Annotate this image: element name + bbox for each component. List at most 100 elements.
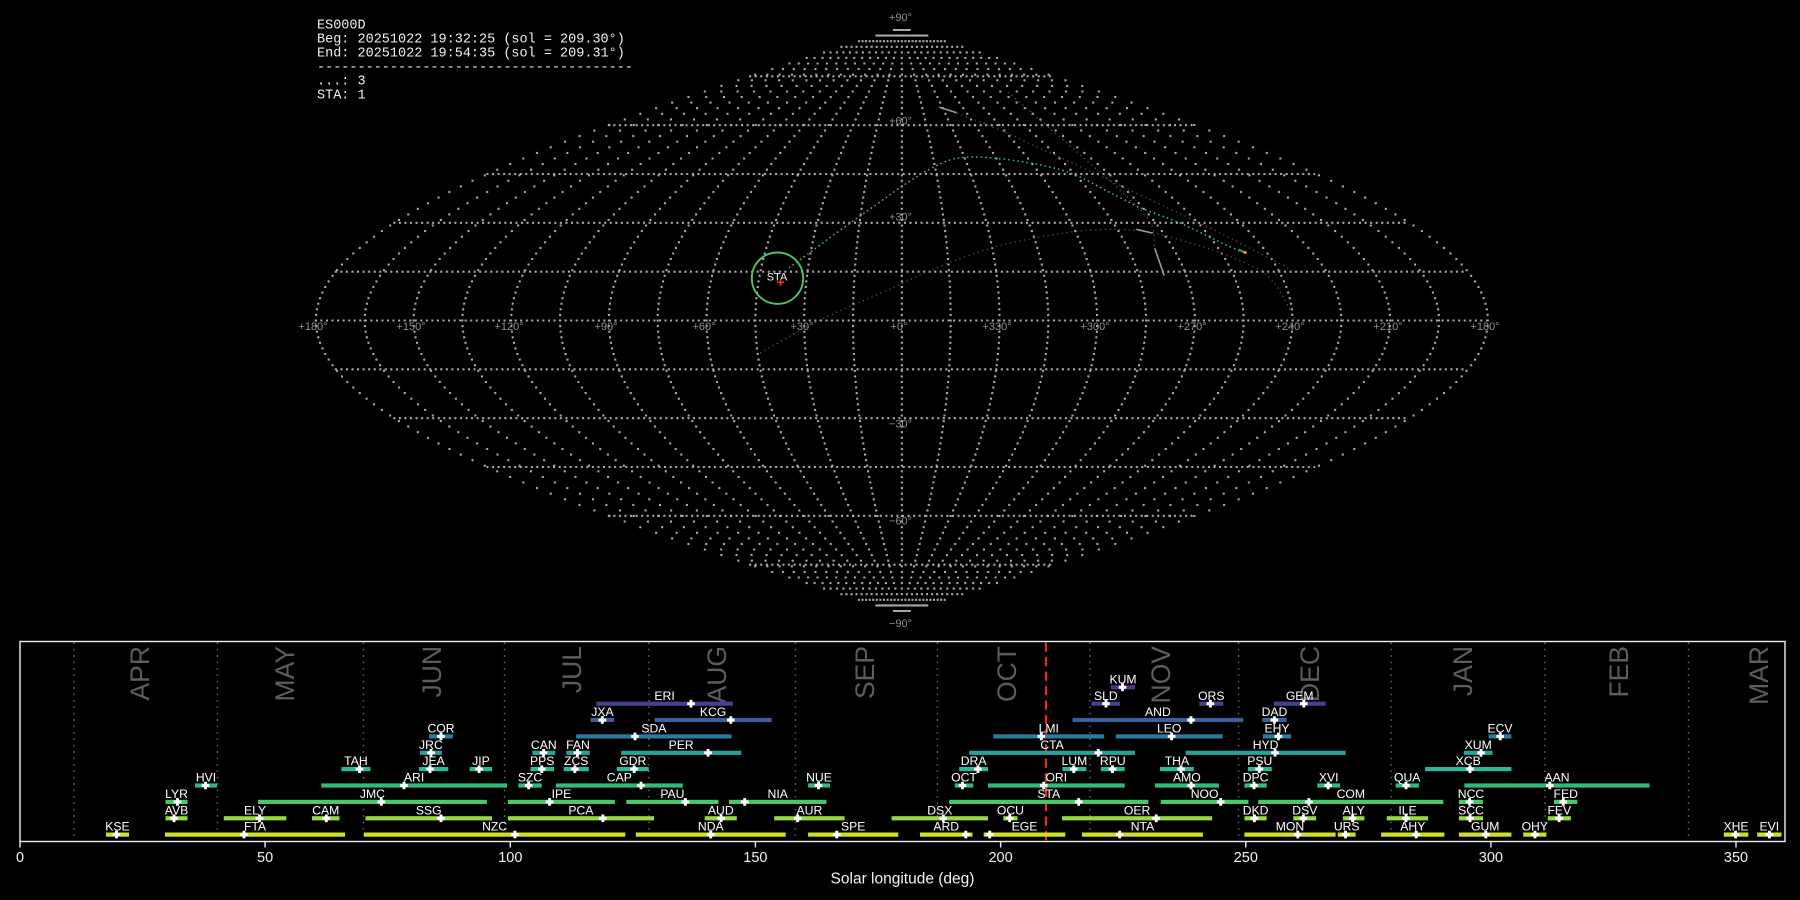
svg-text:GUM: GUM [1471,820,1499,834]
svg-text:+270°: +270° [1177,321,1206,333]
svg-text:ORS: ORS [1198,689,1224,703]
svg-text:NZC: NZC [482,820,507,834]
svg-text:NIA: NIA [768,787,789,801]
svg-text:MON: MON [1276,820,1304,834]
svg-text:NTA: NTA [1131,820,1155,834]
svg-text:GDR: GDR [619,754,646,768]
svg-text:DPC: DPC [1243,771,1269,785]
svg-text:DAD: DAD [1262,705,1288,719]
svg-text:+120°: +120° [494,321,523,333]
svg-text:KUM: KUM [1109,672,1136,686]
svg-text:MAY: MAY [270,646,300,702]
svg-text:COR: COR [427,722,454,736]
svg-text:OCU: OCU [997,803,1024,817]
svg-text:End: 20251022 19:54:35 (sol =: End: 20251022 19:54:35 (sol = 209.31°) [317,47,625,62]
svg-text:ALY: ALY [1343,803,1365,817]
svg-text:------------------------------: --------------------------------------- [317,61,633,76]
svg-text:AHY: AHY [1400,820,1425,834]
svg-text:+210°: +210° [1373,321,1402,333]
svg-text:JAN: JAN [1448,646,1478,696]
svg-text:XUM: XUM [1465,738,1492,752]
svg-text:SDA: SDA [641,722,667,736]
svg-text:ERI: ERI [654,689,674,703]
svg-text:AND: AND [1145,705,1171,719]
svg-text:OHY: OHY [1522,820,1548,834]
svg-text:JUN: JUN [417,646,447,698]
svg-text:LUM: LUM [1062,754,1088,768]
svg-text:SLD: SLD [1094,689,1118,703]
svg-text:FEB: FEB [1604,646,1634,698]
svg-text:COM: COM [1337,787,1365,801]
svg-text:200: 200 [988,850,1012,866]
svg-text:ARD: ARD [933,820,959,834]
svg-text:PER: PER [669,738,694,752]
svg-text:MAR: MAR [1744,646,1774,705]
svg-text:DKD: DKD [1243,803,1269,817]
svg-text:PPS: PPS [530,754,554,768]
svg-text:ARI: ARI [404,771,424,785]
svg-text:NOV: NOV [1146,646,1176,704]
svg-text:300: 300 [1479,850,1503,866]
svg-text:AMO: AMO [1173,771,1201,785]
svg-text:ZCS: ZCS [564,754,588,768]
svg-text:XVI: XVI [1319,771,1339,785]
svg-text:+180°: +180° [1470,321,1499,333]
svg-text:350: 350 [1724,850,1748,866]
svg-text:+90°: +90° [594,321,617,333]
svg-text:EHY: EHY [1264,722,1289,736]
svg-text:RPU: RPU [1100,754,1126,768]
svg-text:AUD: AUD [708,803,734,817]
svg-text:0: 0 [16,850,24,866]
svg-text:250: 250 [1234,850,1258,866]
svg-text:APR: APR [125,646,155,701]
svg-text:JXA: JXA [591,705,614,719]
svg-text:+60°: +60° [692,321,715,333]
svg-text:DSX: DSX [927,803,952,817]
svg-text:FAN: FAN [566,738,590,752]
svg-text:AVB: AVB [165,803,188,817]
svg-text:CAP: CAP [607,771,632,785]
svg-text:50: 50 [257,850,273,866]
svg-text:JRC: JRC [419,738,443,752]
svg-text:SSG: SSG [416,803,442,817]
svg-text:NDA: NDA [698,820,725,834]
svg-text:JEA: JEA [422,754,445,768]
svg-text:ILE: ILE [1398,803,1416,817]
svg-text:Beg: 20251022 19:32:25 (sol =: Beg: 20251022 19:32:25 (sol = 209.30°) [317,33,625,48]
svg-text:OCT: OCT [992,646,1022,702]
svg-text:FEV: FEV [1547,803,1572,817]
svg-text:ELY: ELY [244,803,266,817]
svg-text:PCA: PCA [568,803,594,817]
svg-text:JMC: JMC [360,787,385,801]
svg-text:JIP: JIP [472,754,490,768]
svg-text:NCC: NCC [1458,787,1485,801]
svg-text:AUG: AUG [702,646,732,703]
svg-text:XHE: XHE [1723,820,1748,834]
svg-text:IPE: IPE [552,787,572,801]
svg-text:EGE: EGE [1012,820,1038,834]
svg-text:100: 100 [498,850,522,866]
svg-text:FED: FED [1554,787,1579,801]
svg-text:KSE: KSE [105,820,129,834]
svg-text:HYD: HYD [1253,738,1279,752]
svg-text:+30°: +30° [790,321,813,333]
svg-text:SCC: SCC [1458,803,1484,817]
svg-text:+30°: +30° [889,212,912,224]
svg-text:LEO: LEO [1157,722,1181,736]
svg-text:LYR: LYR [165,787,188,801]
svg-text:ECV: ECV [1487,722,1513,736]
svg-text:URS: URS [1334,820,1360,834]
svg-text:OER: OER [1124,803,1151,817]
svg-text:+300°: +300° [1080,321,1109,333]
svg-text:FTA: FTA [244,820,267,834]
svg-text:CAN: CAN [531,738,557,752]
svg-text:TAH: TAH [344,754,367,768]
svg-text:−60°: −60° [889,516,912,528]
svg-text:−30°: −30° [889,419,912,431]
svg-text:+180°: +180° [298,321,327,333]
svg-text:CAM: CAM [312,803,339,817]
svg-text:STA: STA [1037,787,1061,801]
svg-text:+60°: +60° [889,116,912,128]
svg-text:ORI: ORI [1045,771,1067,785]
svg-text:SEP: SEP [850,646,880,699]
